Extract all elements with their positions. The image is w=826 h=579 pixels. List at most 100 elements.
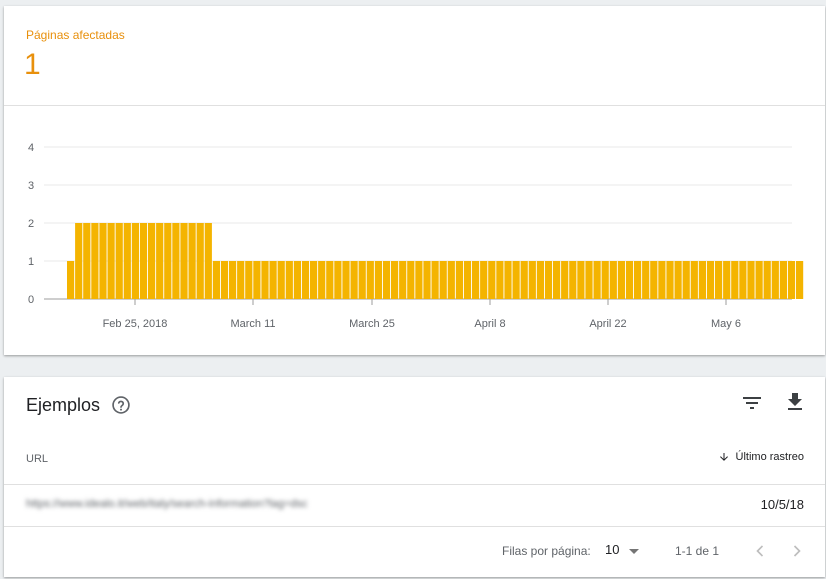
chart-bar[interactable] xyxy=(188,223,196,299)
chart-bar[interactable] xyxy=(796,261,804,299)
previous-page-button[interactable] xyxy=(750,541,770,561)
chart-bar[interactable] xyxy=(650,261,658,299)
chart-bar[interactable] xyxy=(658,261,666,299)
chart-bar[interactable] xyxy=(488,261,496,299)
next-page-button[interactable] xyxy=(787,541,807,561)
chart-bar[interactable] xyxy=(399,261,407,299)
chart-bar[interactable] xyxy=(585,261,593,299)
chart-bar[interactable] xyxy=(731,261,739,299)
chart-bar[interactable] xyxy=(156,223,164,299)
chart-bar[interactable] xyxy=(431,261,439,299)
chart-bar[interactable] xyxy=(463,261,472,299)
chart-bar[interactable] xyxy=(455,261,463,299)
chart-bar[interactable] xyxy=(293,261,301,299)
chart-bar[interactable] xyxy=(123,223,131,299)
chart-bar[interactable] xyxy=(245,261,253,299)
chart-bar[interactable] xyxy=(107,223,115,299)
chart-bar[interactable] xyxy=(99,223,107,299)
chart-bar[interactable] xyxy=(366,261,374,299)
chart-bar[interactable] xyxy=(285,261,293,299)
chart-bar[interactable] xyxy=(220,261,229,299)
chart-bar[interactable] xyxy=(496,261,504,299)
chart-bar[interactable] xyxy=(196,223,204,299)
chart-bar[interactable] xyxy=(391,261,399,299)
chart-bar[interactable] xyxy=(763,261,771,299)
rows-per-page-select[interactable]: 10 xyxy=(605,542,640,557)
chart-bar[interactable] xyxy=(561,261,569,299)
chart-bar[interactable] xyxy=(755,261,763,299)
chart-bar[interactable] xyxy=(301,261,310,299)
help-circle-icon[interactable] xyxy=(111,395,131,415)
chart-bar[interactable] xyxy=(310,261,318,299)
chart-bar[interactable] xyxy=(83,223,91,299)
chart-bar[interactable] xyxy=(180,223,188,299)
chart-bar[interactable] xyxy=(139,223,148,299)
chart-bar[interactable] xyxy=(634,261,642,299)
chart-bar[interactable] xyxy=(439,261,447,299)
chart-bar[interactable] xyxy=(253,261,261,299)
chart-bar[interactable] xyxy=(229,261,237,299)
chart-bar[interactable] xyxy=(520,261,528,299)
chart-bar[interactable] xyxy=(747,261,755,299)
column-header-last-crawl[interactable]: Último rastreo xyxy=(718,451,804,463)
chart-bar[interactable] xyxy=(480,261,488,299)
chart-bar[interactable] xyxy=(318,261,326,299)
chart-bar[interactable] xyxy=(528,261,536,299)
chart-bar[interactable] xyxy=(91,223,99,299)
chart-bar[interactable] xyxy=(536,261,544,299)
chart-bar[interactable] xyxy=(779,261,787,299)
chart-bar[interactable] xyxy=(569,261,577,299)
chart-bar[interactable] xyxy=(237,261,245,299)
chart-bar[interactable] xyxy=(75,223,83,299)
filter-icon[interactable] xyxy=(740,391,764,415)
chart-bar[interactable] xyxy=(342,261,350,299)
chart-bar[interactable] xyxy=(601,261,609,299)
chart-bar[interactable] xyxy=(67,261,75,299)
chart-bar[interactable] xyxy=(115,223,123,299)
chart-bar[interactable] xyxy=(544,261,553,299)
chart-bar[interactable] xyxy=(407,261,415,299)
chart-bar[interactable] xyxy=(334,261,342,299)
chart-bar[interactable] xyxy=(674,261,682,299)
chart-bar[interactable] xyxy=(715,261,723,299)
chart-bar[interactable] xyxy=(553,261,561,299)
chart-bar[interactable] xyxy=(415,261,423,299)
chart-bar[interactable] xyxy=(131,223,139,299)
chart-bar[interactable] xyxy=(204,223,212,299)
chart-bar[interactable] xyxy=(504,261,512,299)
chart-bar[interactable] xyxy=(277,261,285,299)
chart-bar[interactable] xyxy=(698,261,706,299)
download-icon[interactable] xyxy=(783,390,807,414)
chart-bar[interactable] xyxy=(472,261,480,299)
chart-bar[interactable] xyxy=(609,261,617,299)
chart-bar[interactable] xyxy=(164,223,172,299)
chart-bar[interactable] xyxy=(617,261,625,299)
chart-bar[interactable] xyxy=(261,261,269,299)
chart-bar[interactable] xyxy=(771,261,779,299)
chart-bar[interactable] xyxy=(350,261,358,299)
chart-bar[interactable] xyxy=(690,261,698,299)
chart-bar[interactable] xyxy=(212,261,220,299)
chart-bar[interactable] xyxy=(593,261,601,299)
chart-bar[interactable] xyxy=(723,261,731,299)
chart-bar[interactable] xyxy=(666,261,674,299)
chart-bar[interactable] xyxy=(358,261,366,299)
chart-bar[interactable] xyxy=(148,223,156,299)
chart-bar[interactable] xyxy=(577,261,585,299)
row-url[interactable]: https://www.idealo.it/web/italy/search-i… xyxy=(26,498,308,510)
chart-bar[interactable] xyxy=(739,261,747,299)
chart-bar[interactable] xyxy=(374,261,382,299)
chart-bar[interactable] xyxy=(423,261,431,299)
chart-bar[interactable] xyxy=(642,261,650,299)
chart-bar[interactable] xyxy=(326,261,334,299)
x-tick-label: March 25 xyxy=(349,318,395,330)
chart-bar[interactable] xyxy=(447,261,455,299)
chart-bar[interactable] xyxy=(512,261,520,299)
chart-bar[interactable] xyxy=(787,261,796,299)
chart-bar[interactable] xyxy=(625,261,634,299)
chart-bar[interactable] xyxy=(382,261,391,299)
chart-bar[interactable] xyxy=(706,261,715,299)
chart-bar[interactable] xyxy=(172,223,180,299)
chart-bar[interactable] xyxy=(682,261,690,299)
chart-bar[interactable] xyxy=(269,261,277,299)
